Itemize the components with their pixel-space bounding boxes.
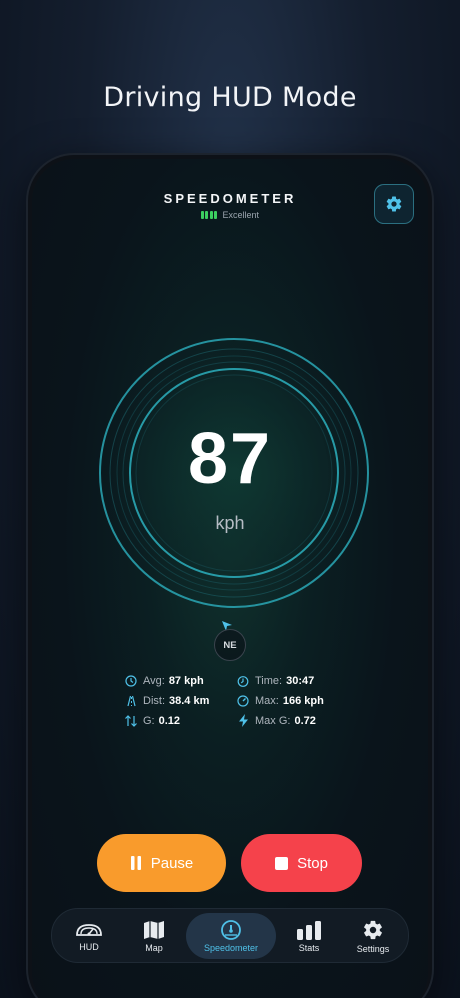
stat-avg-speed: Avg: 87 kph [124,673,236,688]
gauge-icon [236,694,250,708]
stop-label: Stop [297,854,328,872]
promo-headline: Driving HUD Mode [103,82,357,113]
map-icon [144,920,164,939]
stat-time: Time: 30:47 [236,673,364,688]
tab-hud[interactable]: HUD [58,913,120,959]
signal-bars-icon [200,211,218,219]
tab-settings[interactable]: Settings [342,913,404,959]
tab-settings-label: Settings [356,943,390,954]
tab-map[interactable]: Map [123,913,185,959]
compass-heading: NE [214,629,246,661]
arrows-updown-icon [124,714,138,728]
timer-icon [236,674,250,688]
tab-map-label: Map [145,942,163,953]
tab-speedometer-label: Speedometer [203,942,259,953]
stop-icon [275,856,289,870]
gps-signal-indicator: Excellent [32,210,428,220]
bottom-tab-bar: HUD Map Speedometer Stats Settings [51,908,409,963]
tab-speedometer[interactable]: Speedometer [186,913,276,959]
road-icon [124,694,138,708]
stat-distance: Dist: 38.4 km [124,693,236,708]
stat-max-g-force: Max G: 0.72 [236,713,364,728]
bar-chart-icon [297,920,321,940]
pause-button[interactable]: Pause [97,834,226,892]
bolt-icon [236,714,250,728]
speed-unit-label: kph [215,513,245,533]
settings-button[interactable] [374,184,414,224]
gear-icon [386,196,402,212]
app-title: SPEEDOMETER [163,191,297,206]
hud-icon [76,923,102,936]
gear-icon [364,920,382,939]
pause-label: Pause [150,854,194,872]
trip-stats: Avg: 87 kph Time: 30:47 Dist: 38.4 km Ma… [124,673,364,728]
stat-max-speed: Max: 166 kph [236,693,364,708]
tab-stats-label: Stats [298,942,320,953]
stop-button[interactable]: Stop [241,834,362,892]
tab-hud-label: HUD [79,941,99,952]
app-screen: SPEEDOMETER Excellent 87 kph NE Avg: 87 … [32,159,428,998]
speedometer-icon [221,919,241,940]
pause-icon [130,856,141,870]
current-speed-value: 87 [187,419,273,499]
tab-stats[interactable]: Stats [278,913,340,959]
clock-icon [124,674,138,688]
signal-quality-label: Excellent [222,210,260,220]
stat-g-force: G: 0.12 [124,713,236,728]
phone-frame: SPEEDOMETER Excellent 87 kph NE Avg: 87 … [28,155,432,998]
